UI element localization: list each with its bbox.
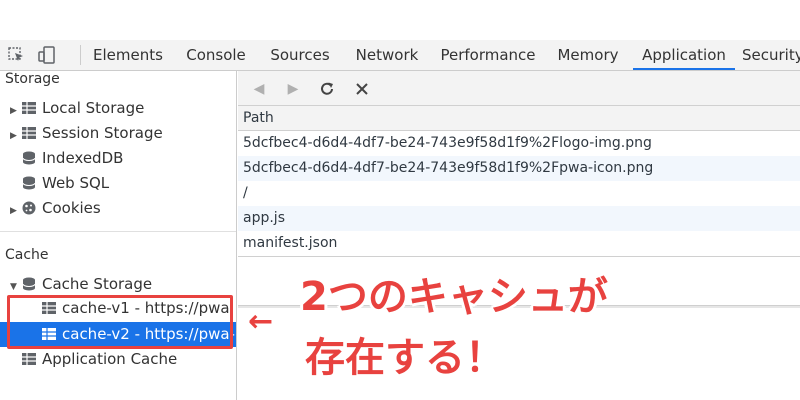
table-row[interactable]: 5dcfbec4-d6d4-4df7-be24-743e9f58d1f9%2Fp… — [238, 156, 800, 181]
sidebar-item-cache-storage[interactable]: ▼ Cache Storage — [10, 272, 152, 296]
table-row[interactable]: app.js — [238, 206, 800, 231]
active-tab-indicator — [633, 68, 735, 70]
table-icon — [22, 98, 36, 114]
expand-triangle-icon[interactable]: ▶ — [10, 99, 22, 123]
inspect-element-icon[interactable] — [8, 46, 26, 64]
triangle-left-icon[interactable]: ◀ — [250, 80, 268, 98]
sidebar-item-label: Cache Storage — [42, 275, 153, 293]
sidebar-item-label: IndexedDB — [42, 149, 124, 167]
close-icon[interactable] — [353, 80, 371, 98]
toolbar-divider — [80, 45, 81, 65]
sidebar-item-label: Local Storage — [42, 99, 145, 117]
sidebar-item-local-storage[interactable]: ▶ Local Storage — [10, 96, 144, 120]
table-icon — [22, 123, 36, 139]
table-row[interactable]: / — [238, 181, 800, 206]
tab-console[interactable]: Console — [178, 40, 254, 70]
sidebar-item-session-storage[interactable]: ▶ Session Storage — [10, 121, 163, 145]
sidebar-item-label: Web SQL — [42, 174, 110, 192]
sidebar-item-cookies[interactable]: ▶ Cookies — [10, 196, 101, 220]
highlight-box — [7, 295, 233, 349]
database-icon — [22, 173, 36, 190]
sidebar-item-indexeddb[interactable]: IndexedDB — [22, 146, 123, 170]
left-arrow-icon: ← — [248, 304, 274, 339]
tab-security[interactable]: Security — [742, 40, 800, 70]
sidebar-item-application-cache[interactable]: Application Cache — [22, 347, 177, 371]
table-row[interactable]: manifest.json — [238, 231, 800, 256]
sidebar-item-label: Application Cache — [42, 350, 178, 368]
storage-section-title: Storage — [5, 71, 60, 87]
table-bottom-border — [238, 256, 800, 257]
tab-application[interactable]: Application — [633, 40, 735, 70]
tab-memory[interactable]: Memory — [550, 40, 626, 70]
sidebar-item-web-sql[interactable]: Web SQL — [22, 171, 109, 195]
refresh-icon[interactable] — [318, 80, 336, 98]
annotation-line-1: 2つのキャシュが — [300, 274, 608, 320]
tab-elements[interactable]: Elements — [88, 40, 168, 70]
column-header-path[interactable]: Path — [238, 106, 800, 131]
triangle-right-icon[interactable]: ▶ — [284, 80, 302, 98]
table-row[interactable]: 5dcfbec4-d6d4-4df7-be24-743e9f58d1f9%2Fl… — [238, 131, 800, 156]
database-icon — [22, 148, 36, 165]
tab-network[interactable]: Network — [348, 40, 426, 70]
sidebar-item-label: Cookies — [42, 199, 101, 217]
tab-performance[interactable]: Performance — [436, 40, 540, 70]
device-toolbar-icon[interactable] — [38, 46, 56, 64]
annotation-line-2: 存在する！ — [305, 335, 505, 381]
section-divider — [0, 231, 236, 232]
expand-triangle-icon[interactable]: ▶ — [10, 124, 22, 148]
table-icon — [22, 349, 36, 365]
sidebar-item-label: Session Storage — [42, 124, 163, 142]
expand-triangle-icon[interactable]: ▶ — [10, 199, 22, 223]
window-top-strip — [0, 0, 800, 40]
tab-sources[interactable]: Sources — [263, 40, 337, 70]
cache-section-title: Cache — [5, 247, 49, 263]
database-icon — [22, 274, 36, 291]
cookie-icon — [22, 198, 36, 215]
